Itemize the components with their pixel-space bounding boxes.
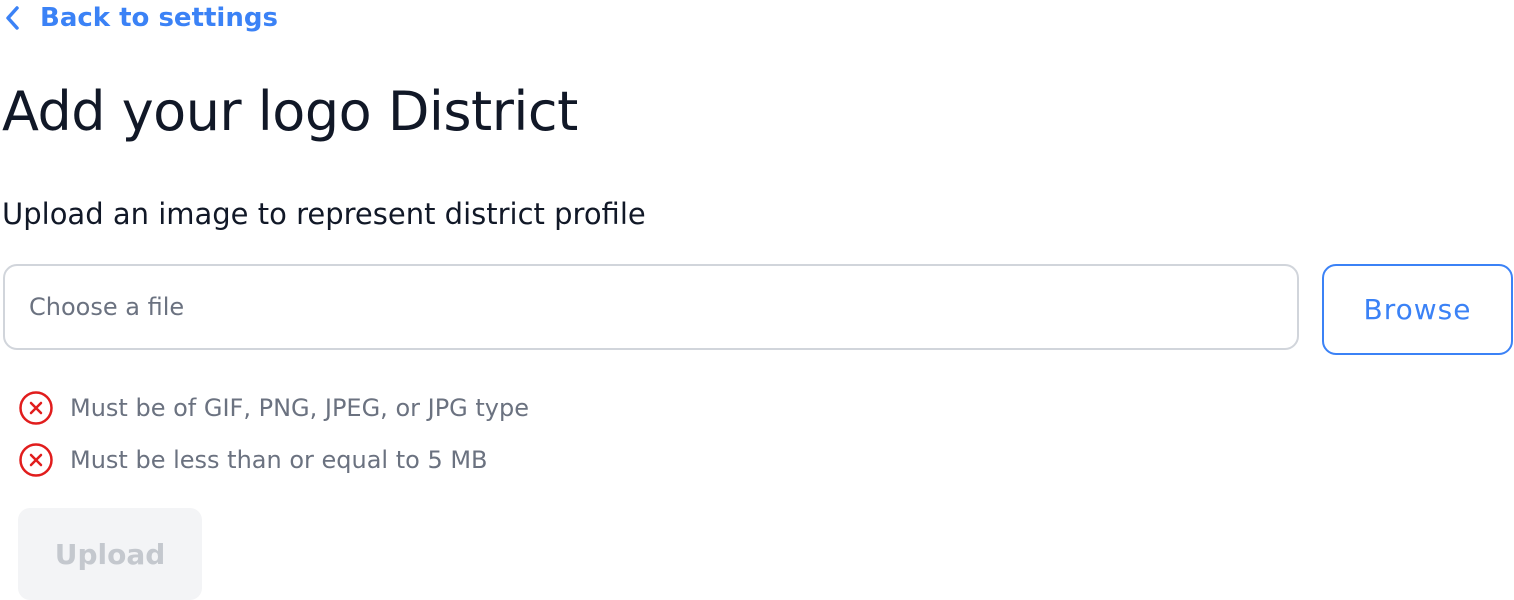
browse-button[interactable]: Browse: [1322, 264, 1513, 355]
validation-rule-file-type: Must be of GIF, PNG, JPEG, or JPG type: [18, 382, 529, 434]
chevron-left-icon: [4, 5, 20, 31]
choose-file-input[interactable]: [3, 264, 1299, 350]
validation-rules-list: Must be of GIF, PNG, JPEG, or JPG type M…: [18, 382, 529, 486]
upload-button[interactable]: Upload: [18, 508, 202, 600]
back-link-label: Back to settings: [40, 3, 278, 33]
error-circle-x-icon: [18, 390, 54, 426]
validation-rule-file-size: Must be less than or equal to 5 MB: [18, 434, 529, 486]
page-subtitle: Upload an image to represent district pr…: [2, 197, 646, 231]
back-to-settings-link[interactable]: Back to settings: [4, 0, 278, 36]
validation-rule-text: Must be less than or equal to 5 MB: [70, 446, 488, 474]
error-circle-x-icon: [18, 442, 54, 478]
page-title: Add your logo District: [2, 80, 578, 143]
validation-rule-text: Must be of GIF, PNG, JPEG, or JPG type: [70, 394, 530, 422]
